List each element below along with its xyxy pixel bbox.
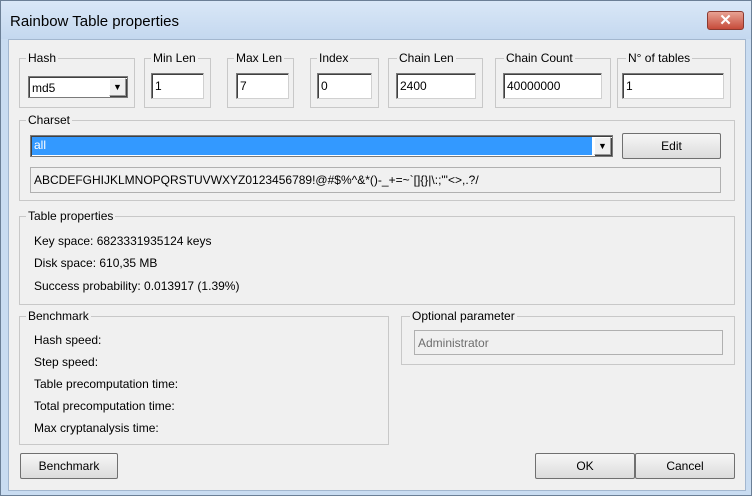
cancel-button[interactable]: Cancel <box>635 453 735 479</box>
chain-len-input[interactable]: 2400 <box>396 73 476 99</box>
close-icon: ✕ <box>719 12 732 29</box>
chain-count-input[interactable]: 40000000 <box>503 73 602 99</box>
optional-parameter-group: Optional parameter Administrator <box>401 309 735 365</box>
max-len-group: Max Len 7 <box>227 51 294 108</box>
charset-value: all <box>32 137 592 155</box>
disk-space-text: Disk space: 610,35 MB <box>34 256 158 270</box>
chevron-down-icon[interactable]: ▼ <box>594 137 611 155</box>
chain-count-group: Chain Count 40000000 <box>495 51 611 108</box>
benchmark-button[interactable]: Benchmark <box>20 453 118 479</box>
table-properties-group: Table properties Key space: 682333193512… <box>19 209 735 305</box>
benchmark-group: Benchmark Hash speed: Step speed: Table … <box>19 309 389 445</box>
close-button[interactable]: ✕ <box>707 11 744 30</box>
charset-characters: ABCDEFGHIJKLMNOPQRSTUVWXYZ0123456789!@#$… <box>30 167 721 193</box>
title-bar[interactable]: Rainbow Table properties ✕ <box>1 1 751 39</box>
charset-group: Charset all ▼ Edit ABCDEFGHIJKLMNOPQRSTU… <box>19 113 735 201</box>
dialog-window: Rainbow Table properties ✕ Hash md5 ▼ Mi… <box>0 0 752 496</box>
min-len-label: Min Len <box>151 51 198 65</box>
success-probability-text: Success probability: 0.013917 (1.39%) <box>34 279 240 293</box>
dialog-client: Hash md5 ▼ Min Len 1 Max Len 7 Index 0 C… <box>8 39 746 491</box>
optional-parameter-input: Administrator <box>414 330 723 355</box>
num-tables-input[interactable]: 1 <box>622 73 724 99</box>
max-len-label: Max Len <box>234 51 285 65</box>
hash-select[interactable]: md5 ▼ <box>28 76 128 98</box>
step-speed-text: Step speed: <box>34 355 99 369</box>
benchmark-label: Benchmark <box>26 309 91 323</box>
index-label: Index <box>317 51 351 65</box>
hash-value: md5 <box>32 81 56 95</box>
min-len-input[interactable]: 1 <box>151 73 204 99</box>
hash-speed-text: Hash speed: <box>34 333 102 347</box>
charset-label: Charset <box>26 113 73 127</box>
max-len-input[interactable]: 7 <box>236 73 289 99</box>
chevron-down-icon[interactable]: ▼ <box>109 78 126 96</box>
max-cryptanalysis-time-text: Max cryptanalysis time: <box>34 421 159 435</box>
hash-label: Hash <box>26 51 59 65</box>
table-properties-label: Table properties <box>26 209 116 223</box>
total-precomputation-time-text: Total precomputation time: <box>34 399 175 413</box>
min-len-group: Min Len 1 <box>144 51 211 108</box>
index-group: Index 0 <box>310 51 379 108</box>
table-precomputation-time-text: Table precomputation time: <box>34 377 179 391</box>
optional-parameter-label: Optional parameter <box>410 309 517 323</box>
ok-button[interactable]: OK <box>535 453 635 479</box>
chain-len-label: Chain Len <box>397 51 456 65</box>
index-input[interactable]: 0 <box>317 73 372 99</box>
chain-count-label: Chain Count <box>504 51 575 65</box>
window-title: Rainbow Table properties <box>10 13 179 30</box>
hash-group: Hash md5 ▼ <box>19 51 135 108</box>
key-space-text: Key space: 6823331935124 keys <box>34 234 212 248</box>
charset-edit-button[interactable]: Edit <box>622 133 721 159</box>
num-tables-group: N° of tables 1 <box>617 51 731 108</box>
chain-len-group: Chain Len 2400 <box>388 51 483 108</box>
charset-select[interactable]: all ▼ <box>30 135 613 157</box>
num-tables-label: N° of tables <box>626 51 693 65</box>
